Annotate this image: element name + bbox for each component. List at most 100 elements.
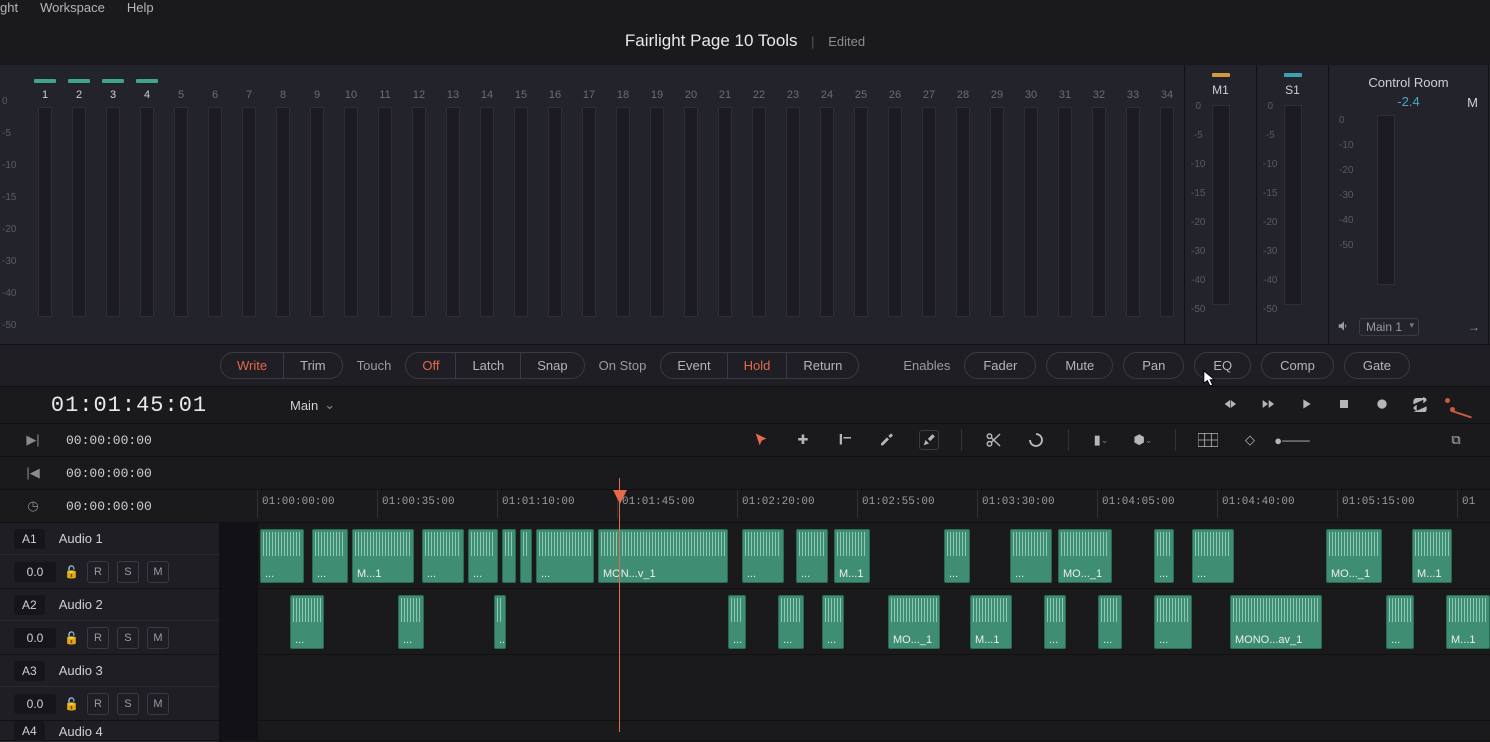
menu-workspace[interactable]: Workspace bbox=[40, 0, 105, 15]
track-header[interactable]: A1Audio 10.0🔓RSM bbox=[0, 523, 220, 588]
menu-fairlight[interactable]: ght bbox=[0, 0, 18, 15]
razor-tool[interactable] bbox=[877, 430, 897, 450]
track-r-button[interactable]: R bbox=[87, 627, 109, 649]
selection-tool[interactable] bbox=[751, 430, 771, 450]
track-volume[interactable]: 0.0 bbox=[14, 628, 56, 648]
speaker-icon[interactable] bbox=[1337, 319, 1351, 336]
audio-clip[interactable]: ... bbox=[778, 595, 804, 649]
stop-button[interactable] bbox=[1336, 396, 1352, 415]
grid-icon[interactable] bbox=[1198, 430, 1218, 450]
track-meter[interactable]: 1 bbox=[28, 79, 62, 344]
enable-mute[interactable]: Mute bbox=[1046, 352, 1113, 379]
in-point-icon[interactable]: ▶| bbox=[0, 432, 66, 448]
audio-clip[interactable]: ... bbox=[1010, 529, 1052, 583]
track-meter[interactable]: 15 bbox=[504, 79, 538, 344]
pencil-tool[interactable] bbox=[919, 430, 939, 450]
pill-off[interactable]: Off bbox=[406, 353, 456, 378]
scissors-icon[interactable] bbox=[984, 430, 1004, 450]
play-button[interactable] bbox=[1298, 396, 1314, 415]
pill-event[interactable]: Event bbox=[661, 353, 727, 378]
track-name[interactable]: Audio 2 bbox=[59, 597, 103, 612]
track-volume[interactable]: 0.0 bbox=[14, 694, 56, 714]
track-m-button[interactable]: M bbox=[147, 561, 169, 583]
enable-pan[interactable]: Pan bbox=[1123, 352, 1184, 379]
in-point-timecode[interactable]: 00:00:00:00 bbox=[66, 433, 152, 448]
track-meter[interactable]: 17 bbox=[572, 79, 606, 344]
audio-clip[interactable]: ... bbox=[1192, 529, 1234, 583]
lock-icon[interactable]: 🔓 bbox=[64, 631, 79, 645]
main-timecode[interactable]: 01:01:45:01 bbox=[0, 393, 258, 418]
audio-clip[interactable]: ... bbox=[1098, 595, 1122, 649]
audio-clip[interactable]: M...1 bbox=[1412, 529, 1452, 583]
track-header[interactable]: A3Audio 30.0🔓RSM bbox=[0, 655, 220, 720]
lock-icon[interactable]: 🔓 bbox=[64, 565, 79, 579]
out-point-icon[interactable]: |◀ bbox=[0, 465, 66, 481]
trim-tool[interactable] bbox=[835, 430, 855, 450]
track-meter[interactable]: 27 bbox=[912, 79, 946, 344]
lock-icon[interactable]: 🔓 bbox=[64, 697, 79, 711]
audio-clip[interactable]: ... bbox=[260, 529, 304, 583]
audio-clip[interactable]: ... bbox=[742, 529, 784, 583]
track-m-button[interactable]: M bbox=[147, 627, 169, 649]
track-meter[interactable]: 28 bbox=[946, 79, 980, 344]
track-meter[interactable]: 9 bbox=[300, 79, 334, 344]
audio-clip[interactable]: ... bbox=[728, 595, 746, 649]
audio-clip[interactable]: M...1 bbox=[970, 595, 1012, 649]
track-meter[interactable]: 2 bbox=[62, 79, 96, 344]
track-s-button[interactable]: S bbox=[117, 693, 139, 715]
duration-icon[interactable]: ◷ bbox=[0, 498, 66, 514]
audio-clip[interactable]: M...1 bbox=[352, 529, 414, 583]
timeline-selector[interactable]: Main bbox=[290, 397, 335, 413]
track-meter[interactable]: 21 bbox=[708, 79, 742, 344]
audio-clip[interactable]: M...1 bbox=[834, 529, 870, 583]
enable-comp[interactable]: Comp bbox=[1261, 352, 1334, 379]
enable-gate[interactable]: Gate bbox=[1344, 352, 1410, 379]
keyframe-icon[interactable]: ●─── bbox=[1282, 430, 1302, 450]
audio-clip[interactable]: M...1 bbox=[1446, 595, 1490, 649]
track-meter[interactable]: 12 bbox=[402, 79, 436, 344]
pill-hold[interactable]: Hold bbox=[728, 353, 788, 378]
enable-fader[interactable]: Fader bbox=[964, 352, 1036, 379]
record-button[interactable] bbox=[1374, 396, 1390, 415]
pill-snap[interactable]: Snap bbox=[521, 353, 583, 378]
track-lane[interactable] bbox=[258, 721, 1490, 740]
arrow-right-icon[interactable]: → bbox=[1468, 320, 1480, 334]
pill-trim[interactable]: Trim bbox=[284, 353, 342, 378]
menu-help[interactable]: Help bbox=[127, 0, 154, 15]
track-meter[interactable]: 20 bbox=[674, 79, 708, 344]
track-meter[interactable]: 25 bbox=[844, 79, 878, 344]
track-meter[interactable]: 19 bbox=[640, 79, 674, 344]
track-meter[interactable]: 11 bbox=[368, 79, 402, 344]
fast-forward-button[interactable] bbox=[1260, 396, 1276, 415]
track-meter[interactable]: 6 bbox=[198, 79, 232, 344]
audio-clip[interactable]: ... bbox=[796, 529, 828, 583]
audio-clip[interactable]: ... bbox=[422, 529, 464, 583]
audio-clip[interactable] bbox=[520, 529, 532, 583]
bus-meter-s1[interactable]: S1 0-5-10-15-20-30-40-50 bbox=[1256, 65, 1328, 344]
audio-clip[interactable] bbox=[502, 529, 516, 583]
track-s-button[interactable]: S bbox=[117, 627, 139, 649]
track-lane[interactable]: ......M...1.........MON...v_1......M...1… bbox=[258, 523, 1490, 588]
track-meter[interactable]: 22 bbox=[742, 79, 776, 344]
audio-clip[interactable]: ... bbox=[536, 529, 594, 583]
flag-marker-lightblue[interactable]: ⬢⌄ bbox=[1133, 430, 1153, 450]
track-header[interactable]: A2Audio 20.0🔓RSM bbox=[0, 589, 220, 654]
track-lane[interactable]: ..................MO..._1M...1.........M… bbox=[258, 589, 1490, 654]
flag-marker-blue[interactable]: ▮⌄ bbox=[1091, 430, 1111, 450]
track-lane[interactable] bbox=[258, 655, 1490, 720]
snap-icon[interactable]: ◇ bbox=[1240, 430, 1260, 450]
track-volume[interactable]: 0.0 bbox=[14, 562, 56, 582]
audio-clip[interactable]: MO..._1 bbox=[1326, 529, 1382, 583]
timeline-ruler[interactable]: 01:00:00:0001:00:35:0001:01:10:0001:01:4… bbox=[258, 490, 1490, 523]
track-meter[interactable]: 18 bbox=[606, 79, 640, 344]
track-meter[interactable]: 10 bbox=[334, 79, 368, 344]
range-tool[interactable]: ✚ bbox=[793, 430, 813, 450]
track-meter[interactable]: 14 bbox=[470, 79, 504, 344]
duration-timecode[interactable]: 00:00:00:00 bbox=[66, 499, 152, 514]
track-name[interactable]: Audio 1 bbox=[59, 531, 103, 546]
track-meter[interactable]: 33 bbox=[1116, 79, 1150, 344]
control-room-output-select[interactable]: Main 1 bbox=[1359, 318, 1419, 336]
audio-clip[interactable]: ... bbox=[1154, 595, 1192, 649]
track-meter[interactable]: 16 bbox=[538, 79, 572, 344]
track-meter[interactable]: 24 bbox=[810, 79, 844, 344]
